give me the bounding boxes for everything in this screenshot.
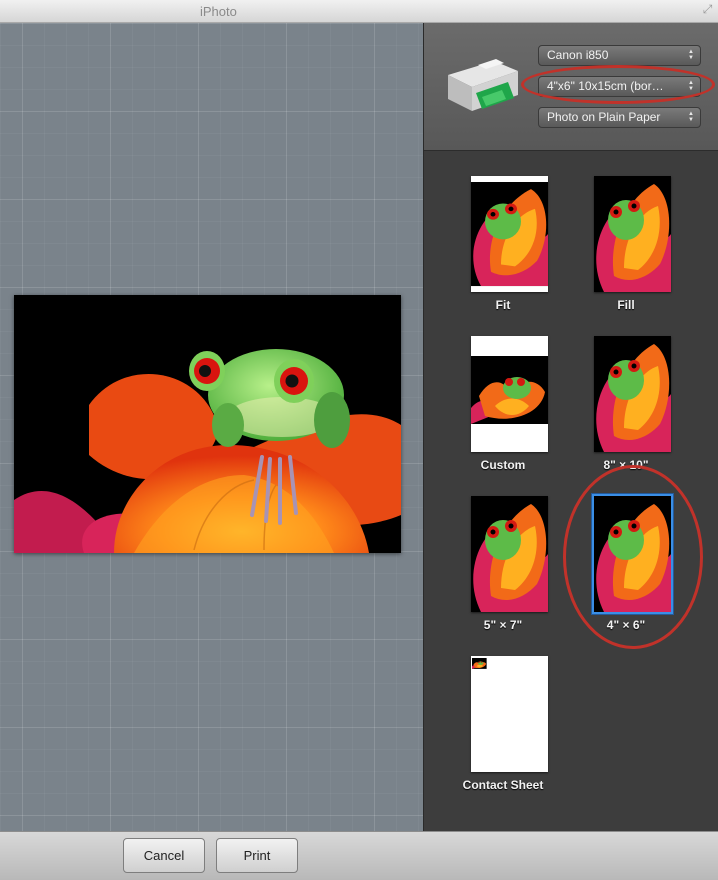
layout-fit-preview <box>471 176 548 292</box>
layout-8x10-preview <box>594 336 671 452</box>
paper-size-select-value: 4"x6" 10x15cm (bor… <box>547 79 664 93</box>
printer-settings: Canon i850 ▲ ▼ 4"x6" 10x15cm (bor… ▲ ▼ Pho… <box>424 23 718 151</box>
layout-label: Contact Sheet <box>462 778 544 792</box>
window-title: iPhoto <box>200 4 237 19</box>
popup-arrows-icon: ▲ ▼ <box>688 80 694 92</box>
title-bar: iPhoto ⤢ <box>0 0 718 23</box>
fullscreen-icon[interactable]: ⤢ <box>701 3 714 16</box>
printer-select-value: Canon i850 <box>547 48 609 62</box>
layout-custom-preview <box>471 336 548 452</box>
popup-arrows-icon: ▲ ▼ <box>688 49 694 61</box>
layout-label: Custom <box>480 458 526 472</box>
layout-label: Fit <box>495 298 511 312</box>
print-preview-area <box>0 23 423 831</box>
layout-label: 8" × 10" <box>603 458 649 472</box>
paper-type-select[interactable]: Photo on Plain Paper ▲ ▼ <box>538 107 701 128</box>
layout-fill-preview <box>594 176 671 292</box>
bottom-toolbar: Cancel Print <box>0 831 718 880</box>
print-settings-panel: Canon i850 ▲ ▼ 4"x6" 10x15cm (bor… ▲ ▼ Pho… <box>423 23 718 831</box>
print-button[interactable]: Print <box>216 838 298 873</box>
printer-icon <box>448 59 518 111</box>
layout-label: 5" × 7" <box>483 618 523 632</box>
paper-type-select-value: Photo on Plain Paper <box>547 110 661 124</box>
layout-4x6-preview <box>594 496 671 612</box>
layout-label: Fill <box>617 298 635 312</box>
preview-photo <box>14 295 401 553</box>
printer-select[interactable]: Canon i850 ▲ ▼ <box>538 45 701 66</box>
paper-size-select[interactable]: 4"x6" 10x15cm (bor… ▲ ▼ <box>538 76 701 97</box>
layout-contact-sheet-preview <box>471 656 548 772</box>
popup-arrows-icon: ▲ ▼ <box>688 111 694 123</box>
cancel-button[interactable]: Cancel <box>123 838 205 873</box>
layout-label: 4" × 6" <box>606 618 646 632</box>
layout-5x7-preview <box>471 496 548 612</box>
